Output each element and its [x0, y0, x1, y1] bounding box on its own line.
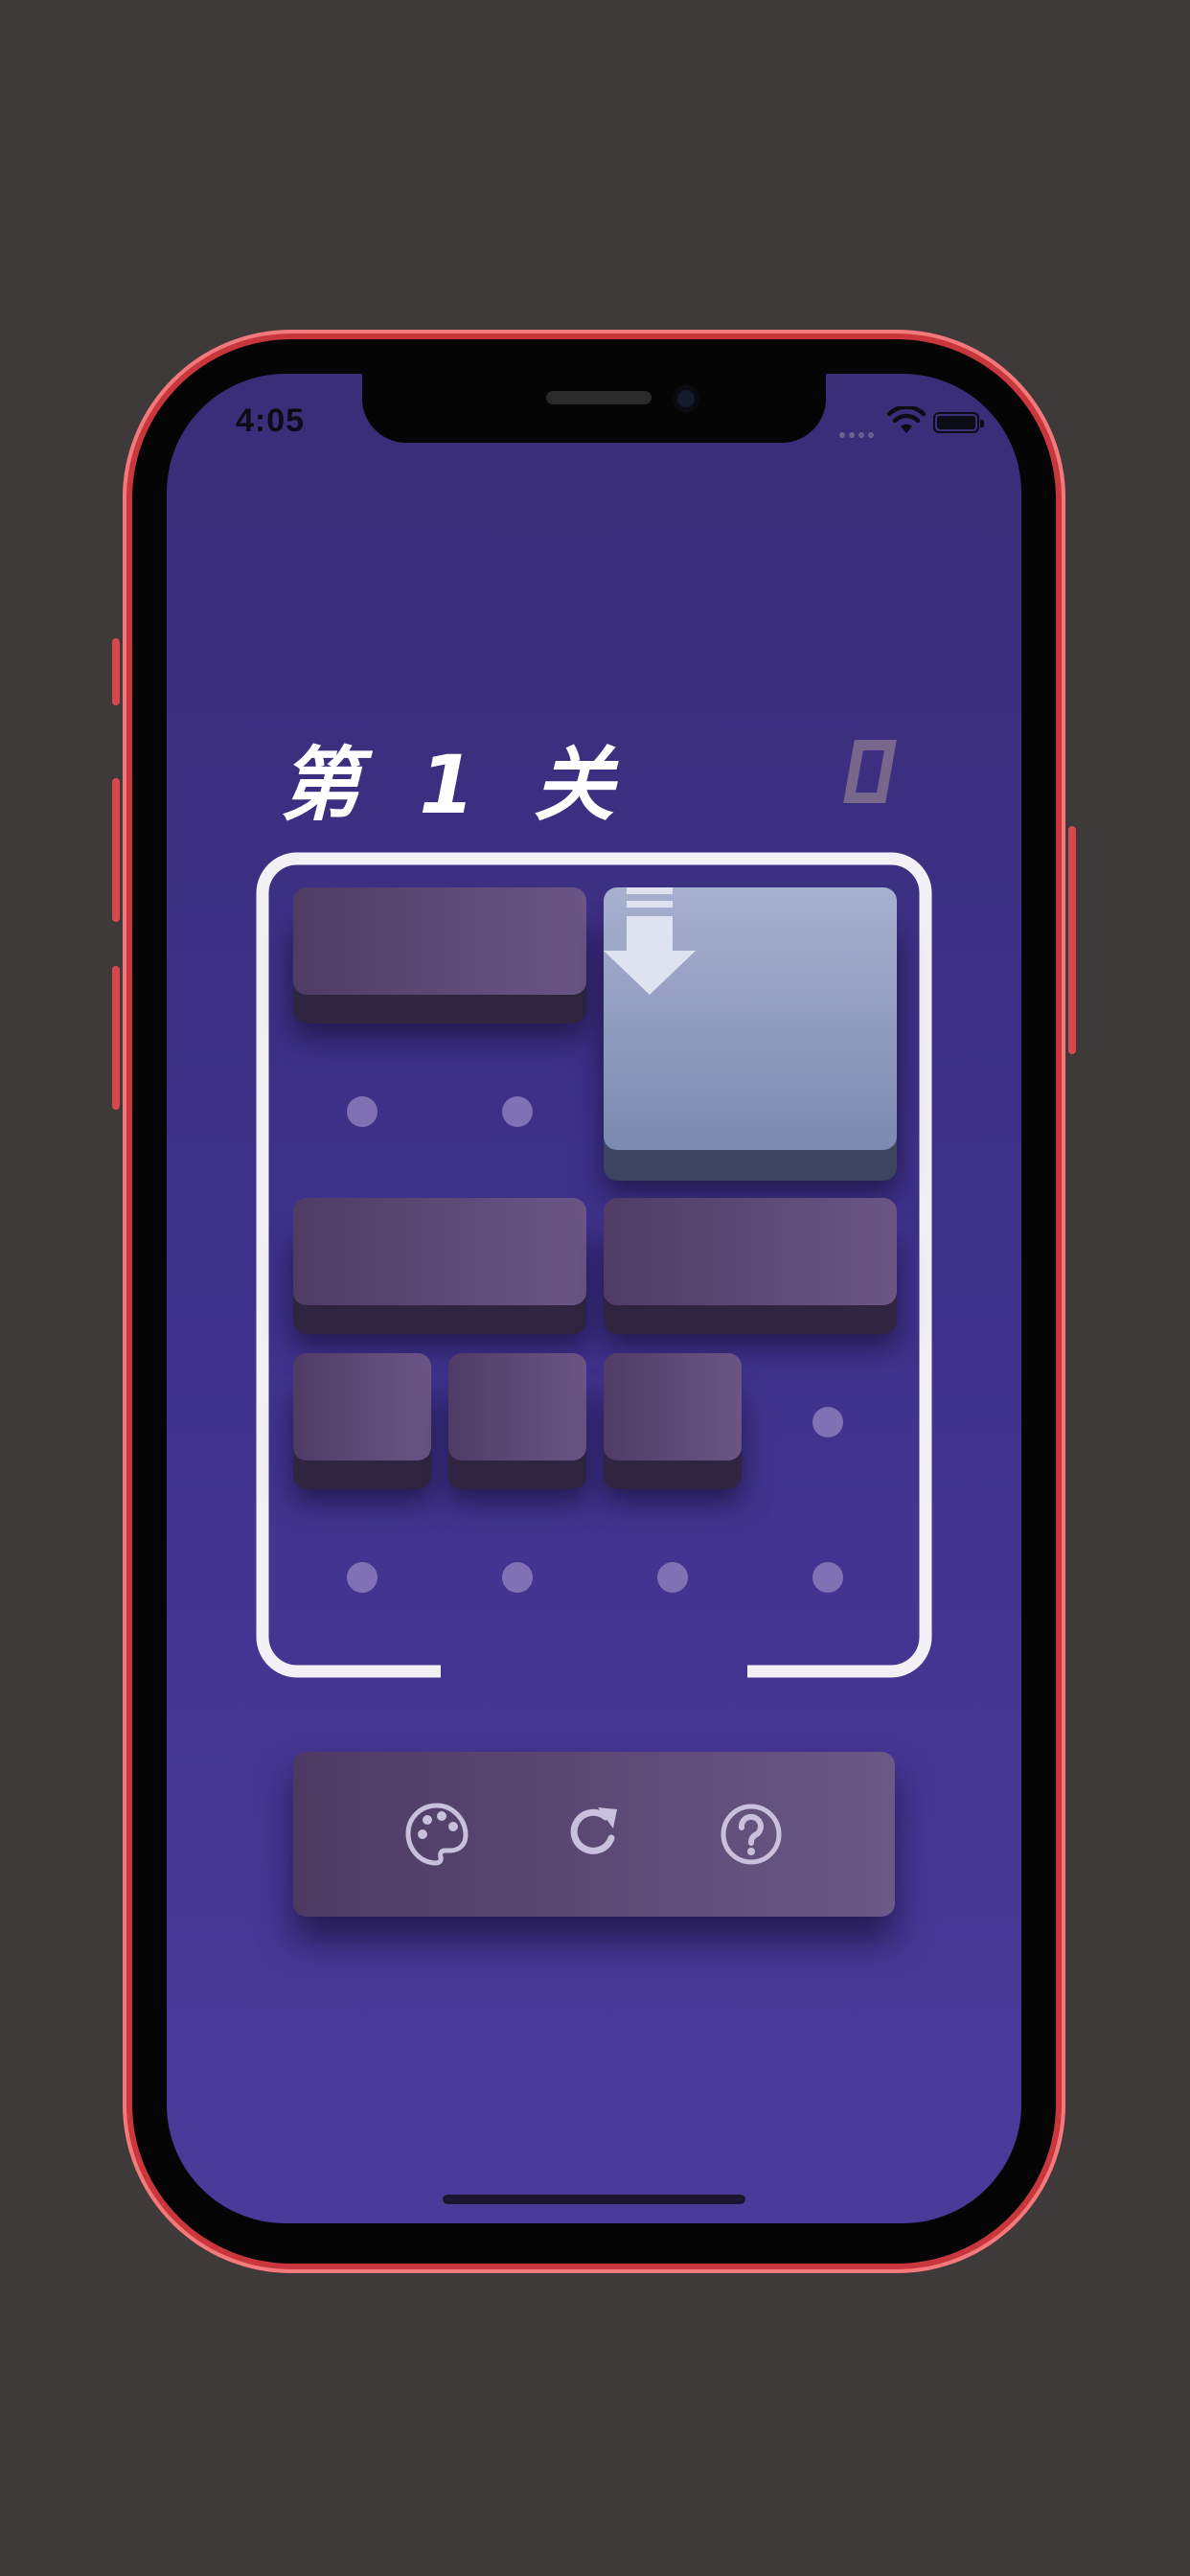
palette-icon[interactable] [404, 1802, 469, 1867]
empty-cell-dot [502, 1096, 533, 1127]
empty-cell-dot [812, 1562, 843, 1593]
empty-cell-dot [347, 1096, 378, 1127]
target-block[interactable] [604, 887, 897, 1150]
power-button [1068, 826, 1076, 1054]
empty-cell-dot [657, 1562, 688, 1593]
empty-cell-dot [347, 1562, 378, 1593]
home-indicator[interactable] [443, 2195, 745, 2204]
volume-down-button [112, 966, 120, 1110]
empty-cell-dot [812, 1407, 843, 1438]
speaker [546, 391, 652, 404]
game-board [253, 849, 935, 1681]
small-block[interactable] [448, 1353, 586, 1460]
small-block[interactable] [604, 1353, 742, 1460]
level-badge-icon [843, 740, 897, 803]
refresh-icon[interactable] [561, 1802, 627, 1867]
screen: 4:05 第 1 关 [167, 374, 1021, 2223]
cellular-signal-icon [839, 426, 878, 438]
status-time: 4:05 [236, 402, 306, 439]
battery-icon [933, 412, 984, 433]
down-arrow-icon [604, 887, 696, 995]
wifi-icon [887, 406, 926, 433]
bar-block[interactable] [604, 1198, 897, 1305]
bar-block[interactable] [293, 887, 586, 995]
small-block[interactable] [293, 1353, 431, 1460]
mute-switch [112, 638, 120, 705]
bar-block[interactable] [293, 1198, 586, 1305]
level-title: 第 1 关 [280, 738, 629, 832]
notch [362, 374, 826, 443]
empty-cell-dot [502, 1562, 533, 1593]
front-camera [673, 385, 699, 412]
toolbar [293, 1752, 895, 1917]
volume-up-button [112, 778, 120, 922]
help-icon[interactable] [719, 1802, 784, 1867]
